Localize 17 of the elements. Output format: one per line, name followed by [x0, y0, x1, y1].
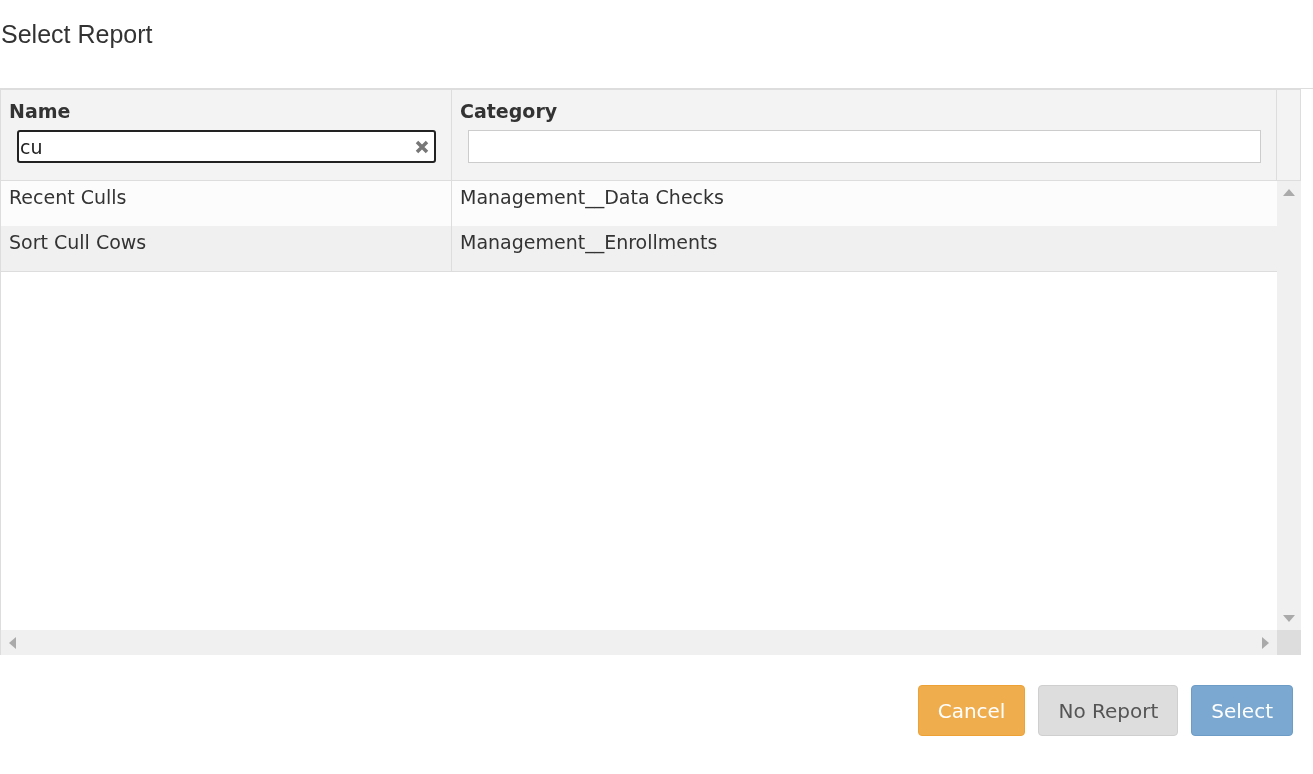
- scroll-down-icon[interactable]: [1283, 615, 1295, 622]
- table-cell[interactable]: Management__Data Checks: [452, 181, 1277, 226]
- filter-field[interactable]: cu: [17, 130, 436, 163]
- dialog-title: Select Report: [0, 19, 154, 50]
- dialog-button[interactable]: No Report: [1038, 685, 1179, 736]
- clear-icon[interactable]: [415, 140, 429, 154]
- scroll-left-icon[interactable]: [9, 636, 16, 649]
- scroll-up-icon[interactable]: [1283, 189, 1295, 196]
- filter-field[interactable]: [468, 130, 1261, 163]
- column-header[interactable]: Category: [460, 100, 1268, 122]
- horizontal-scrollbar[interactable]: [1, 630, 1277, 655]
- scrollbar-corner: [1277, 630, 1301, 655]
- column-header[interactable]: Name: [9, 100, 443, 122]
- scroll-right-icon[interactable]: [1262, 636, 1269, 649]
- table-cell[interactable]: Management__Enrollments: [452, 226, 1277, 271]
- vertical-scrollbar[interactable]: [1277, 181, 1301, 630]
- table-cell[interactable]: Sort Cull Cows: [1, 226, 452, 271]
